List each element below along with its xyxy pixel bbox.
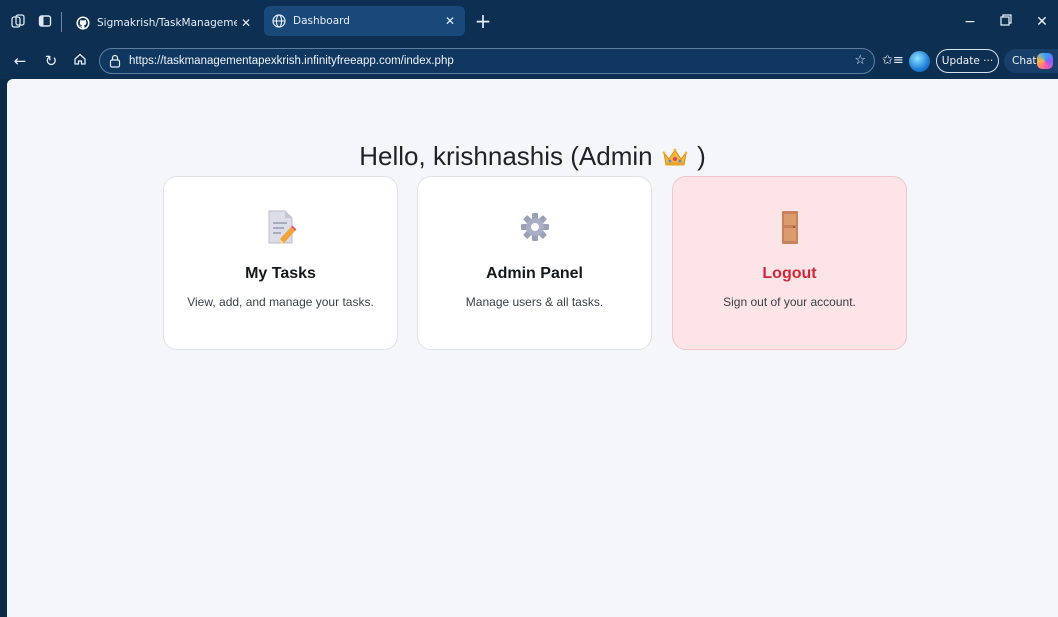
close-icon[interactable]: ✕ bbox=[441, 14, 459, 28]
crown-icon bbox=[662, 143, 688, 166]
chat-label: Chat bbox=[1012, 55, 1037, 67]
copilot-icon bbox=[1037, 53, 1053, 69]
card-description: Sign out of your account. bbox=[723, 295, 856, 309]
profile-avatar[interactable] bbox=[909, 51, 930, 72]
my-tasks-card[interactable]: My Tasks View, add, and manage your task… bbox=[163, 176, 398, 350]
gear-icon bbox=[519, 209, 551, 245]
refresh-icon[interactable]: ↻ bbox=[41, 51, 61, 71]
lock-icon[interactable] bbox=[109, 54, 123, 68]
tab-github[interactable]: Sigmakrish/TaskManagementSyst ✕ bbox=[68, 7, 261, 38]
new-tab-button[interactable]: + bbox=[472, 10, 494, 32]
workspaces-icon[interactable] bbox=[10, 14, 26, 30]
tab-title: Sigmakrish/TaskManagementSyst bbox=[97, 16, 237, 29]
browser-tab-strip: Sigmakrish/TaskManagementSyst ✕ Dashboar… bbox=[0, 0, 1058, 44]
restore-icon[interactable] bbox=[996, 12, 1016, 32]
card-description: View, add, and manage your tasks. bbox=[187, 295, 374, 309]
favorite-star-icon[interactable]: ☆ bbox=[854, 53, 866, 68]
favorites-icon[interactable]: ✩≡ bbox=[882, 51, 904, 71]
globe-icon bbox=[272, 14, 286, 28]
github-icon bbox=[76, 15, 90, 30]
card-title: Admin Panel bbox=[486, 265, 583, 282]
card-title: Logout bbox=[762, 265, 817, 282]
tab-title: Dashboard bbox=[293, 15, 350, 27]
card-title: My Tasks bbox=[245, 265, 316, 282]
close-icon[interactable]: ✕ bbox=[237, 16, 255, 30]
address-bar[interactable]: https://taskmanagementapexkrish.infinity… bbox=[99, 48, 875, 74]
tab-dashboard[interactable]: Dashboard ✕ bbox=[264, 6, 465, 36]
back-arrow-icon[interactable]: ← bbox=[10, 51, 30, 71]
page-viewport: Hello, krishnashis (Admin ) My Tasks Vie… bbox=[7, 79, 1058, 617]
door-icon bbox=[774, 209, 806, 245]
greeting-suffix: ) bbox=[697, 141, 706, 171]
browser-toolbar: ← ↻ https://taskmanagementapexkrish.infi… bbox=[0, 44, 1058, 79]
admin-panel-card[interactable]: Admin Panel Manage users & all tasks. bbox=[417, 176, 652, 350]
card-description: Manage users & all tasks. bbox=[465, 295, 604, 309]
chat-button[interactable]: Chat bbox=[1004, 49, 1058, 73]
document-pencil-icon bbox=[265, 209, 297, 245]
window-close-icon[interactable]: ✕ bbox=[1032, 12, 1052, 32]
update-button[interactable]: Update ··· bbox=[936, 49, 999, 73]
url-text: https://taskmanagementapexkrish.infinity… bbox=[129, 55, 454, 67]
logout-card[interactable]: Logout Sign out of your account. bbox=[672, 176, 907, 350]
page-title: Hello, krishnashis (Admin ) bbox=[7, 141, 1058, 172]
tab-separator bbox=[61, 12, 62, 32]
home-icon[interactable] bbox=[70, 51, 90, 71]
minimize-icon[interactable]: − bbox=[960, 12, 980, 32]
tab-actions-icon[interactable] bbox=[37, 14, 53, 30]
greeting-text: Hello, krishnashis (Admin bbox=[359, 141, 653, 171]
